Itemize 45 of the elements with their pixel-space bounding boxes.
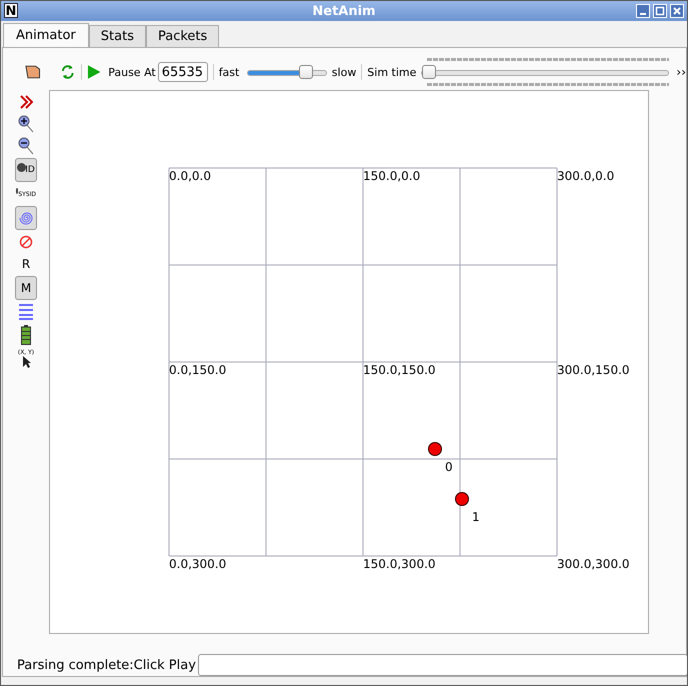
- refresh-icon[interactable]: [60, 64, 76, 80]
- tab[interactable]: Packets: [146, 25, 220, 47]
- grid-coordinate-label: 150.0,150.0: [363, 363, 436, 377]
- maximize-icon[interactable]: [653, 4, 667, 18]
- toggle-button[interactable]: R: [15, 254, 37, 274]
- grid-coordinate-label: 0.0,300.0: [169, 557, 226, 571]
- play-icon[interactable]: [86, 65, 100, 79]
- status-field[interactable]: [198, 654, 687, 676]
- more-chevron[interactable]: ››: [676, 65, 686, 79]
- status-message: Parsing complete:Click Play: [17, 658, 196, 672]
- fast-label: fast: [218, 66, 240, 78]
- list-lines-icon[interactable]: [18, 303, 34, 321]
- slider-thumb[interactable]: [299, 65, 314, 79]
- window-title: NetAnim: [312, 4, 376, 18]
- grid-coordinate-label: 150.0,300.0: [363, 557, 436, 571]
- grid-coordinate-label: 300.0,300.0: [557, 557, 630, 571]
- grid-coordinate-label: 0.0,150.0: [169, 363, 226, 377]
- minimize-icon[interactable]: [636, 4, 650, 18]
- grid-coordinate-label: 0.0,0.0: [169, 169, 211, 183]
- toggle-button[interactable]: M: [15, 276, 37, 300]
- network-node[interactable]: [455, 492, 469, 506]
- node-label: 1: [472, 510, 480, 524]
- sim-time-label: Sim time: [367, 66, 416, 78]
- pause-at-label: Pause At: [108, 66, 156, 78]
- network-node[interactable]: [428, 442, 442, 456]
- battery-icon[interactable]: [21, 325, 31, 345]
- cursor-icon: [22, 356, 30, 368]
- no-entry-icon[interactable]: [19, 235, 33, 249]
- grid-coordinate-label: 150.0,0.0: [363, 169, 420, 183]
- pause-at-field[interactable]: 65535: [158, 62, 208, 82]
- tab[interactable]: Animator: [3, 23, 89, 47]
- grid-coordinate-label: 300.0,0.0: [557, 169, 614, 183]
- zoom-in-icon[interactable]: [18, 115, 34, 133]
- close-icon[interactable]: [670, 4, 684, 18]
- double-chevron-icon[interactable]: [19, 95, 33, 109]
- node-id-toggle[interactable]: ID: [15, 158, 37, 182]
- slider-thumb[interactable]: [422, 65, 436, 79]
- folder-icon[interactable]: [25, 65, 40, 79]
- animation-canvas[interactable]: 0.0,0.0 150.0,0.0 300.0,0.0 0.0,150.0 150.0,150.0 300.0,150.0 0.0,300.0 150.0,300.0 300.0,300.0 0 1: [49, 90, 649, 634]
- zoom-out-icon[interactable]: [18, 137, 34, 155]
- tab[interactable]: Stats: [88, 25, 146, 47]
- grid-coordinate-label: 300.0,150.0: [557, 363, 630, 377]
- node-label: 0: [445, 460, 453, 474]
- slow-label: slow: [332, 66, 356, 78]
- app-logo: N: [4, 3, 18, 18]
